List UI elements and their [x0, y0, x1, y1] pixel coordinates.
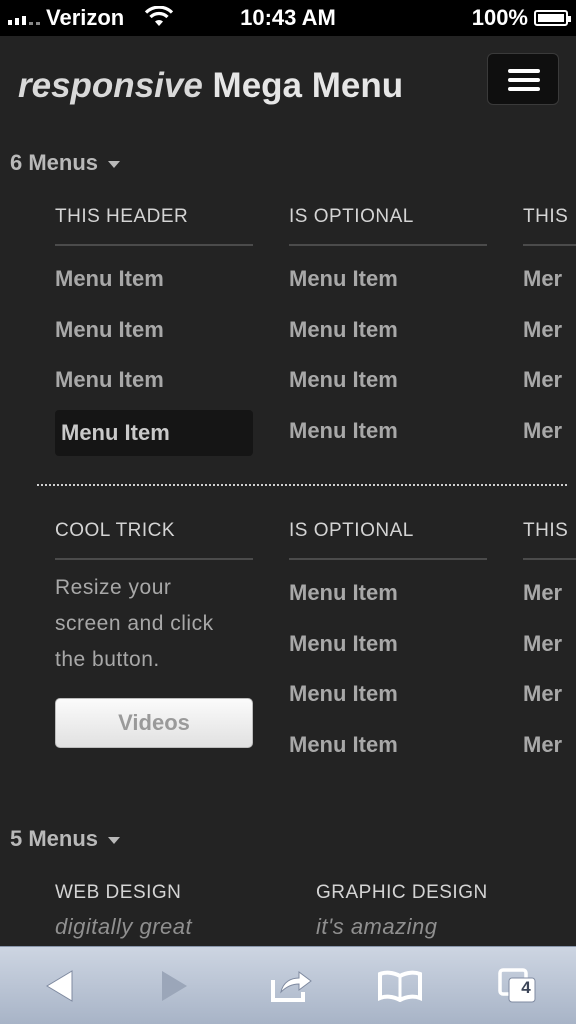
- menu-item[interactable]: Menu Item: [289, 256, 487, 307]
- menu-item[interactable]: Menu Item: [289, 671, 487, 722]
- hamburger-icon: [508, 69, 540, 73]
- menu-item[interactable]: Mer: [523, 256, 576, 307]
- caret-down-icon: [108, 836, 121, 844]
- menu-item[interactable]: Menu Item: [289, 570, 487, 621]
- column-header: COOL TRICK: [55, 520, 253, 560]
- column-tagline: digitally great: [55, 914, 193, 939]
- column-header: THIS: [523, 520, 576, 560]
- tabs-count: 4: [521, 978, 531, 997]
- menu-item[interactable]: Menu Item: [289, 621, 487, 672]
- column-header[interactable]: WEB DESIGN: [55, 882, 295, 904]
- tabs-button[interactable]: 4: [488, 947, 548, 1024]
- back-icon: [46, 970, 73, 1002]
- site-header: responsive Mega Menu: [0, 36, 576, 136]
- group-title: 6 Menus: [10, 150, 99, 175]
- forward-button[interactable]: [144, 947, 204, 1024]
- menu-item[interactable]: Mer: [523, 722, 576, 773]
- menu-item[interactable]: Menu Item: [55, 357, 253, 408]
- menu-item[interactable]: Menu Item: [289, 722, 487, 773]
- menu-item[interactable]: Menu Item: [289, 357, 487, 408]
- column-header: THIS HEADER: [55, 206, 253, 246]
- menu-column: GRAPHIC DESIGN it's amazing: [316, 882, 556, 940]
- column-header: THIS: [523, 206, 576, 246]
- caret-down-icon: [108, 160, 121, 168]
- menu-item[interactable]: Mer: [523, 357, 576, 408]
- site-logo[interactable]: responsive Mega Menu: [18, 66, 403, 106]
- menu-column: IS OPTIONAL Menu Item Menu Item Menu Ite…: [289, 520, 487, 772]
- hamburger-menu-button[interactable]: [487, 53, 559, 105]
- share-button[interactable]: [262, 947, 322, 1024]
- web-page[interactable]: responsive Mega Menu 6 Menus THIS HEADER…: [0, 36, 576, 946]
- battery-icon: [534, 10, 571, 26]
- menu-column-clipped: THIS Mer Mer Mer Mer: [523, 520, 576, 772]
- menu-item[interactable]: Mer: [523, 570, 576, 621]
- battery-percent: 100%: [471, 5, 528, 30]
- menu-item[interactable]: Mer: [523, 408, 576, 459]
- videos-button[interactable]: Videos: [55, 698, 253, 748]
- menu-group-toggle-6[interactable]: 6 Menus: [10, 150, 121, 176]
- back-button[interactable]: [30, 947, 90, 1024]
- menu-item[interactable]: Mer: [523, 307, 576, 358]
- menu-item[interactable]: Mer: [523, 621, 576, 672]
- menu-item-hovered[interactable]: Menu Item: [55, 409, 253, 456]
- menu-column: COOL TRICK Resize your screen and click …: [55, 520, 253, 748]
- column-header: IS OPTIONAL: [289, 206, 487, 246]
- menu-item[interactable]: Menu Item: [289, 408, 487, 459]
- logo-bold: Mega Menu: [212, 66, 404, 105]
- share-icon: [271, 971, 312, 1002]
- menu-item[interactable]: Mer: [523, 671, 576, 722]
- bookmarks-icon: [378, 970, 422, 1002]
- status-bar: Verizon 10:43 AM 100%: [0, 0, 576, 36]
- column-tagline: it's amazing: [316, 914, 438, 939]
- group-title: 5 Menus: [10, 826, 99, 851]
- menu-column: WEB DESIGN digitally great: [55, 882, 295, 940]
- menu-item[interactable]: Menu Item: [55, 307, 253, 358]
- column-header[interactable]: GRAPHIC DESIGN: [316, 882, 556, 904]
- dotted-divider: [37, 484, 567, 486]
- menu-group-toggle-5[interactable]: 5 Menus: [10, 826, 121, 852]
- forward-icon: [162, 971, 187, 1001]
- column-header: IS OPTIONAL: [289, 520, 487, 560]
- bookmarks-button[interactable]: [370, 947, 430, 1024]
- menu-column-clipped: THIS Mer Mer Mer Mer: [523, 206, 576, 458]
- cool-trick-text: Resize your screen and click the button.: [55, 576, 214, 671]
- browser-toolbar: 4: [0, 946, 576, 1024]
- menu-item[interactable]: Menu Item: [55, 256, 253, 307]
- menu-column: THIS HEADER Menu Item Menu Item Menu Ite…: [55, 206, 253, 456]
- logo-italic: responsive: [18, 66, 203, 105]
- menu-column: IS OPTIONAL Menu Item Menu Item Menu Ite…: [289, 206, 487, 458]
- menu-item[interactable]: Menu Item: [289, 307, 487, 358]
